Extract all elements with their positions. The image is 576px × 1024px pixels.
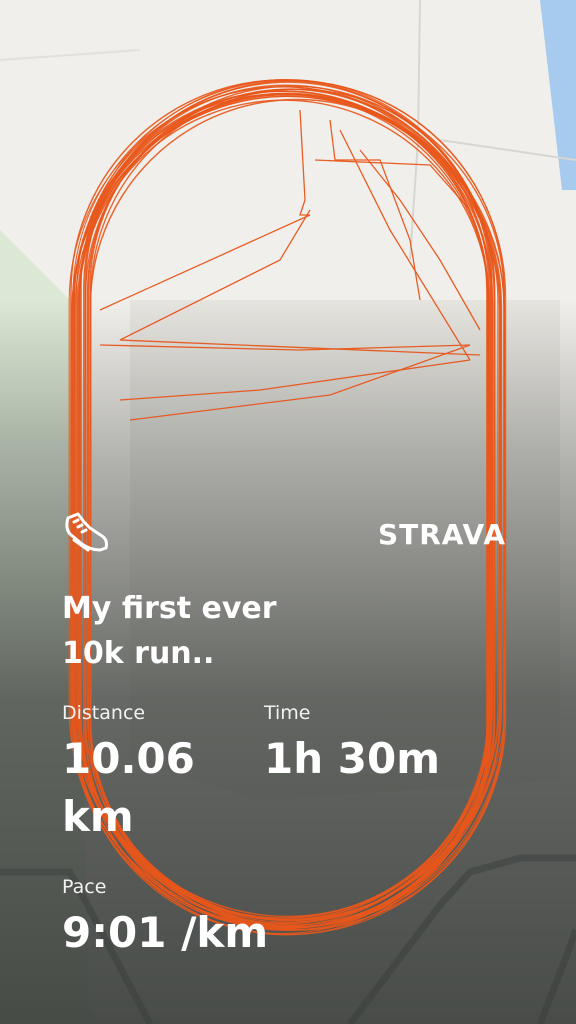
route-lap	[70, 79, 495, 930]
route-lap	[90, 88, 505, 928]
route-lap	[89, 85, 496, 926]
route-lap	[84, 81, 492, 931]
activity-title: My first ever 10k run..	[62, 586, 422, 676]
strava-logo: STRAVA	[377, 518, 506, 551]
route-lap	[74, 95, 501, 918]
route-lap	[76, 86, 488, 935]
route-detour	[99, 344, 471, 421]
route-lap	[79, 80, 505, 928]
pace-label: Pace	[62, 876, 107, 898]
route-lap	[89, 98, 505, 931]
running-shoe-icon	[65, 512, 108, 552]
route-lap	[78, 99, 490, 925]
distance-label: Distance	[62, 702, 146, 724]
activity-title-line2: 10k run..	[62, 636, 215, 671]
route-lap	[87, 88, 491, 928]
route-lap	[73, 93, 490, 927]
distance-value: 10.06	[62, 734, 195, 783]
route-detour	[99, 109, 311, 311]
route-detour	[119, 209, 481, 356]
route-lap	[86, 88, 496, 921]
route-lap	[72, 79, 507, 935]
time-value: 1h 30m	[264, 734, 440, 783]
route-lap	[80, 79, 493, 923]
route-lap	[71, 96, 506, 921]
route-lap	[76, 93, 503, 921]
route-lap	[85, 92, 489, 921]
time-label: Time	[264, 702, 311, 724]
activity-title-line1: My first ever	[62, 591, 277, 626]
route-lap	[83, 84, 490, 936]
distance-unit: km	[62, 792, 134, 841]
route-lap	[71, 93, 502, 930]
route-lap	[73, 90, 494, 919]
route-detour	[119, 359, 471, 401]
pace-value: 9:01 /km	[62, 908, 269, 957]
route-lap	[79, 91, 489, 921]
